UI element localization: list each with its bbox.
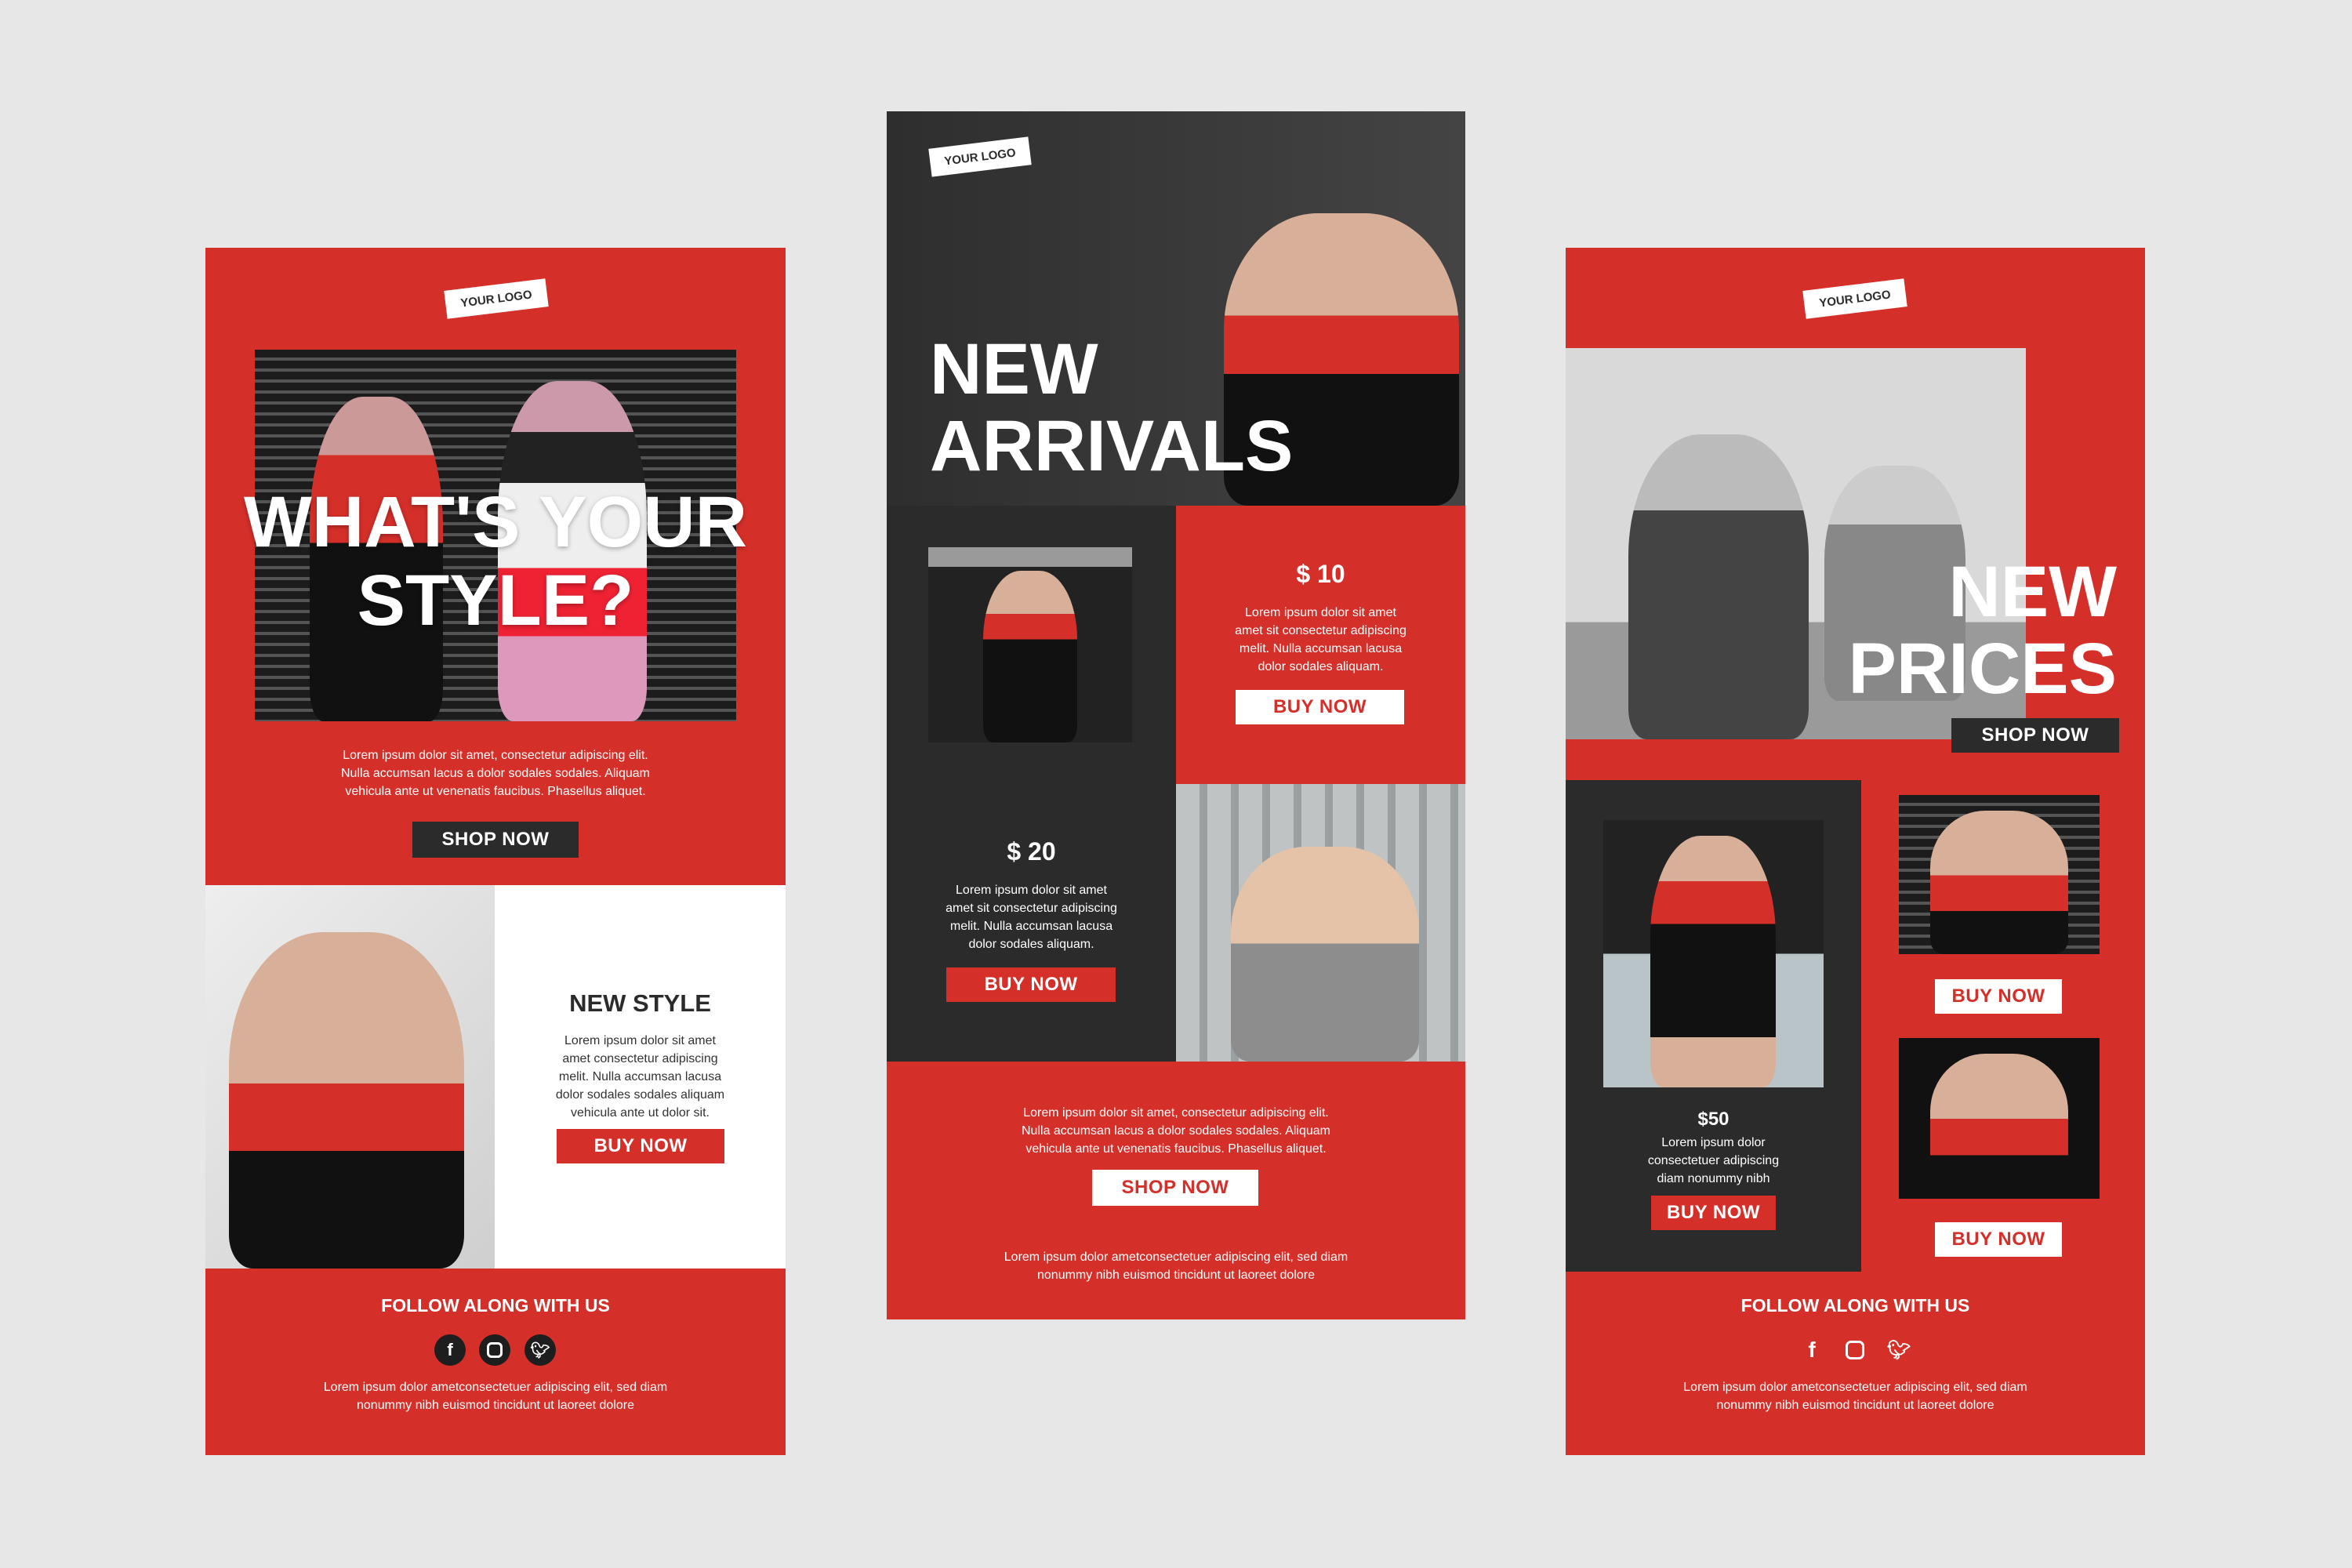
buy-now-button[interactable]: BUY NOW (1651, 1196, 1776, 1230)
product-photo-2 (1176, 784, 1465, 1062)
intro-text: Lorem ipsum dolor sit amet, consectetur … (341, 749, 650, 798)
logo: YOUR LOGO (444, 278, 549, 319)
model-figure (1628, 434, 1809, 739)
footer-text: Lorem ipsum dolor ametconsectetuer adipi… (323, 1381, 668, 1412)
price-2: $ 20 (1007, 837, 1056, 866)
model-figure (1930, 1054, 2068, 1199)
feature-title: NEW STYLE (569, 989, 711, 1017)
product-text-1: Lorem ipsum dolor sit amet amet sit cons… (1235, 606, 1406, 673)
product-photo-1 (928, 547, 1132, 742)
feature-text: Lorem ipsum dolor sit amet amet consecte… (555, 1034, 725, 1120)
feature-photo (205, 885, 495, 1269)
email-template-right: YOUR LOGO NEW PRICES SHOP NOW $50 Lorem … (1566, 248, 2145, 1455)
model-figure (1650, 836, 1776, 1087)
email-template-left: YOUR LOGO WHAT'S YOUR STYLE? Lorem ipsum… (205, 248, 786, 1455)
email-template-middle: YOUR LOGO NEW ARRIVALS $ 10 Lorem ipsum … (887, 111, 1465, 1319)
follow-heading: FOLLOW ALONG WITH US (1740, 1295, 1970, 1316)
headline: NEW ARRIVALS (930, 329, 1294, 486)
twitter-icon[interactable]: 🐦︎ (524, 1334, 556, 1366)
buy-now-button-2[interactable]: BUY NOW (946, 967, 1116, 1002)
price-1: $ 10 (1296, 560, 1345, 588)
follow-heading: FOLLOW ALONG WITH US (381, 1295, 610, 1316)
shop-now-button[interactable]: SHOP NOW (1951, 718, 2119, 753)
bottom-text: Lorem ipsum dolor sit amet, consectetur … (1022, 1106, 1330, 1156)
shop-now-button[interactable]: SHOP NOW (1092, 1170, 1258, 1206)
side-photo-2 (1899, 1038, 2100, 1199)
headline: WHAT'S YOUR STYLE? (243, 482, 748, 641)
side-photo-1 (1899, 795, 2100, 954)
buy-now-button[interactable]: BUY NOW (557, 1129, 724, 1163)
twitter-icon[interactable]: 🐦︎ (1883, 1334, 1915, 1366)
logo: YOUR LOGO (1802, 278, 1907, 319)
instagram-icon[interactable] (1839, 1334, 1871, 1366)
buy-now-button-1[interactable]: BUY NOW (1236, 690, 1404, 724)
product-photo (1603, 820, 1824, 1087)
price: $50 (1697, 1109, 1730, 1130)
model-figure (229, 932, 464, 1269)
product-text-2: Lorem ipsum dolor sit amet amet sit cons… (946, 884, 1117, 951)
shop-now-button[interactable]: SHOP NOW (412, 822, 579, 858)
footer-text: Lorem ipsum dolor ametconsectetuer adipi… (1004, 1250, 1348, 1282)
instagram-icon[interactable] (479, 1334, 510, 1366)
footer-text: Lorem ipsum dolor ametconsectetuer adipi… (1683, 1381, 2027, 1412)
product-text: Lorem ipsum dolor consectetuer adipiscin… (1647, 1136, 1780, 1185)
model-figure (1231, 847, 1419, 1062)
buy-now-button-1[interactable]: BUY NOW (1935, 979, 2062, 1014)
headline: NEW PRICES (1848, 552, 2117, 709)
facebook-icon[interactable]: f (434, 1334, 466, 1366)
buy-now-button-2[interactable]: BUY NOW (1935, 1222, 2062, 1257)
model-figure (1930, 811, 2068, 954)
model-figure (983, 571, 1077, 742)
facebook-icon[interactable]: f (1796, 1334, 1828, 1366)
